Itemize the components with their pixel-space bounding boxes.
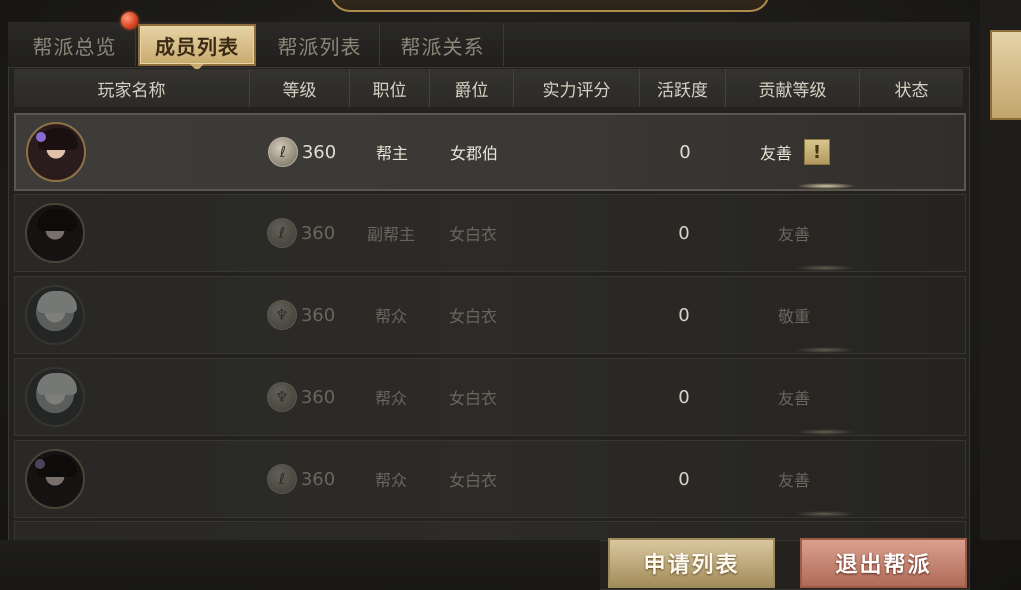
col-status: 状态: [894, 80, 929, 101]
level-value: 360: [300, 304, 336, 326]
side-tab[interactable]: [990, 30, 1021, 120]
avatar: [25, 203, 85, 263]
power-cell: [515, 359, 641, 435]
row-glow: [795, 511, 855, 517]
col-player-name: 玩家名称: [14, 69, 250, 107]
table-row[interactable]: ℓ 360 副帮主 女白衣 0 友善: [14, 194, 966, 272]
table-row[interactable]: ℓ 360 帮主 女郡伯 0 友善 !: [14, 113, 966, 191]
player-cell: [15, 195, 251, 271]
level-value: 360: [300, 468, 336, 490]
position-cell: 副帮主: [366, 225, 415, 244]
player-cell: [15, 277, 251, 353]
table-row[interactable]: ♆ 360 帮众 女白衣 0 友善: [14, 358, 966, 436]
position-cell: 帮主: [375, 144, 408, 163]
bottom-strip: [0, 540, 600, 590]
avatar: [25, 285, 85, 345]
col-title: 爵位: [430, 69, 514, 107]
guild-window: 帮派总览 成员列表 帮派列表 帮派关系 玩家名称 等级 职位 爵位 实力评分 活…: [0, 0, 1021, 590]
tab-bar: 帮派总览 成员列表 帮派列表 帮派关系: [8, 22, 970, 68]
level-value: 360: [300, 386, 336, 408]
table-row[interactable]: ℓ 360 帮众 女白衣 0 友善: [14, 440, 966, 518]
power-cell: [515, 277, 641, 353]
level-badge-icon: ℓ: [266, 464, 297, 494]
quit-guild-button[interactable]: 退出帮派: [800, 538, 967, 588]
notification-dot: [121, 12, 138, 29]
level-badge-icon: ♆: [266, 300, 297, 330]
power-cell: [515, 441, 641, 517]
avatar: [26, 122, 86, 182]
level-badge-icon: ℓ: [267, 137, 298, 167]
level-cell: ♆ 360: [251, 359, 351, 435]
col-activity: 活跃度: [640, 69, 726, 107]
tab-guild-list[interactable]: 帮派列表: [260, 24, 380, 66]
apply-list-button[interactable]: 申请列表: [608, 538, 775, 588]
activity-cell: 0: [678, 386, 690, 408]
level-badge-icon: ℓ: [266, 218, 297, 248]
level-cell: ℓ 360: [252, 115, 352, 189]
tab-guild-overview[interactable]: 帮派总览: [14, 24, 136, 66]
activity-cell: 0: [678, 468, 690, 490]
top-ornament: [330, 0, 770, 12]
col-position: 职位: [350, 69, 430, 107]
tab-member-list[interactable]: 成员列表: [138, 24, 256, 66]
alert-icon[interactable]: !: [804, 139, 830, 165]
title-cell: 女白衣: [448, 225, 497, 244]
contribution-cell: 敬重: [777, 307, 810, 326]
title-cell: 女白衣: [448, 471, 497, 490]
tab-guild-relations[interactable]: 帮派关系: [382, 24, 504, 66]
table-header: 玩家名称 等级 职位 爵位 实力评分 活跃度 贡献等级 状态: [14, 69, 963, 107]
avatar: [25, 449, 85, 509]
level-cell: ♆ 360: [251, 277, 351, 353]
contribution-cell: 友善: [777, 471, 810, 490]
power-cell: [516, 115, 642, 189]
contribution-cell: 友善: [777, 225, 810, 244]
player-cell: [15, 441, 251, 517]
level-cell: ℓ 360: [251, 195, 351, 271]
row-glow: [796, 183, 856, 189]
level-value: 360: [301, 141, 337, 163]
level-cell: ℓ 360: [251, 441, 351, 517]
player-cell: [16, 115, 252, 189]
row-glow: [795, 265, 855, 271]
position-cell: 帮众: [374, 471, 407, 490]
col-contribution: 贡献等级: [726, 69, 860, 107]
table-row[interactable]: ♆ 360 帮众 女白衣 0 敬重: [14, 276, 966, 354]
row-glow: [795, 429, 855, 435]
level-badge-icon: ♆: [266, 382, 297, 412]
avatar: [25, 367, 85, 427]
activity-cell: 0: [678, 222, 690, 244]
title-cell: 女白衣: [448, 389, 497, 408]
title-cell: 女白衣: [448, 307, 497, 326]
position-cell: 帮众: [374, 389, 407, 408]
contribution-cell: 友善: [777, 389, 810, 408]
position-cell: 帮众: [374, 307, 407, 326]
player-cell: [15, 359, 251, 435]
contribution-cell: 友善 !: [728, 115, 862, 189]
level-value: 360: [300, 222, 336, 244]
activity-cell: 0: [678, 304, 690, 326]
contribution-value: 友善: [759, 144, 792, 163]
col-level: 等级: [250, 69, 350, 107]
power-cell: [515, 195, 641, 271]
activity-cell: 0: [679, 141, 691, 163]
row-glow: [795, 347, 855, 353]
title-cell: 女郡伯: [449, 144, 498, 163]
col-power: 实力评分: [514, 69, 640, 107]
